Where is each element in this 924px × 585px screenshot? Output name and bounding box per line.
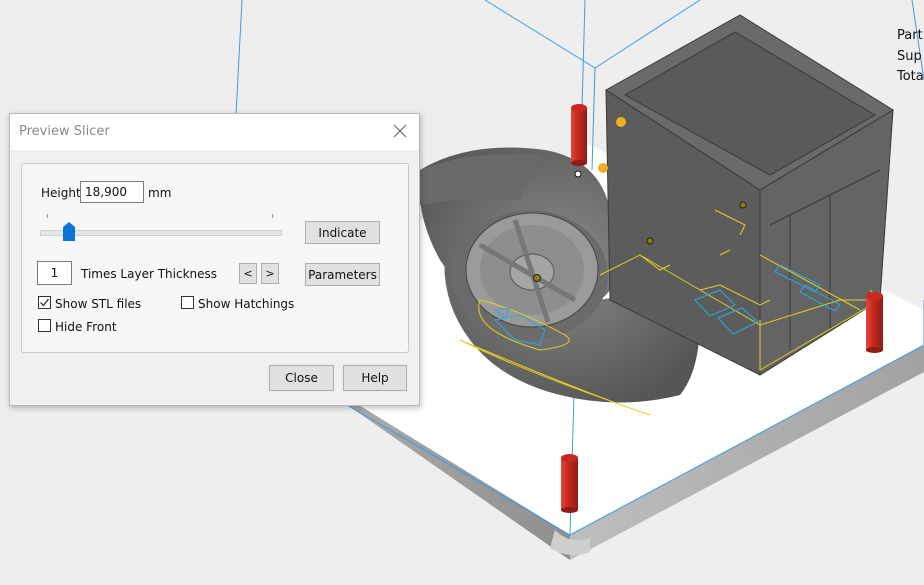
support-pin-2[interactable] bbox=[561, 454, 578, 513]
height-unit: mm bbox=[148, 186, 172, 200]
show-stl-checkbox[interactable] bbox=[38, 296, 51, 309]
stats-supports: Sup bbox=[897, 48, 922, 64]
slider-tick-min bbox=[47, 214, 48, 218]
hide-front-label: Hide Front bbox=[55, 320, 117, 334]
support-pin-1[interactable] bbox=[571, 104, 587, 166]
layer-multiplier-input[interactable] bbox=[37, 261, 72, 285]
times-layer-thickness-label: Times Layer Thickness bbox=[81, 267, 218, 281]
next-layer-button[interactable]: > bbox=[261, 263, 279, 284]
stats-panel: Part Sup Tota bbox=[897, 26, 924, 88]
slicer-settings-group: Height mm Indicate Times Layer Thickness… bbox=[21, 163, 409, 353]
height-input[interactable] bbox=[80, 181, 144, 203]
show-hatchings-checkbox[interactable] bbox=[181, 296, 194, 309]
preview-slicer-dialog: Preview Slicer Height mm Indicate Times … bbox=[9, 113, 420, 406]
indicate-button[interactable]: Indicate bbox=[305, 221, 380, 244]
parameters-button[interactable]: Parameters bbox=[305, 263, 380, 286]
slider-tick-max bbox=[272, 214, 273, 218]
show-stl-label: Show STL files bbox=[55, 297, 142, 311]
close-button[interactable]: Close bbox=[269, 365, 334, 391]
height-label: Height bbox=[41, 186, 81, 200]
dialog-title: Preview Slicer bbox=[19, 124, 110, 139]
checkmark-icon bbox=[40, 298, 49, 307]
help-button[interactable]: Help bbox=[343, 365, 407, 391]
slider-thumb[interactable] bbox=[62, 222, 75, 241]
hide-front-checkbox[interactable] bbox=[38, 319, 51, 332]
stats-parts: Part bbox=[897, 28, 923, 43]
previous-layer-button[interactable]: < bbox=[239, 263, 257, 284]
stats-total: Tota bbox=[897, 69, 924, 84]
show-hatchings-label: Show Hatchings bbox=[198, 297, 295, 311]
dialog-titlebar[interactable]: Preview Slicer bbox=[10, 114, 419, 150]
support-pin-3[interactable] bbox=[866, 292, 883, 353]
height-slider[interactable] bbox=[40, 230, 282, 236]
close-icon[interactable] bbox=[391, 122, 409, 140]
